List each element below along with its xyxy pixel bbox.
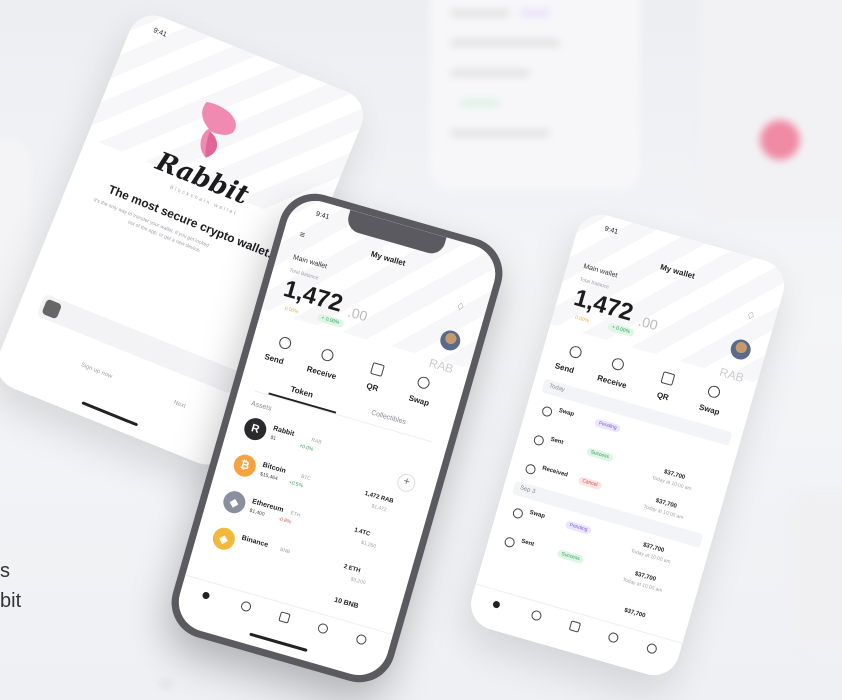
add-asset-button[interactable]: +	[395, 471, 418, 494]
asset-ticker: BNB	[279, 546, 291, 556]
asset-amount: 2 ETH	[342, 563, 361, 575]
asset-icon: ◈	[210, 525, 238, 553]
receive-icon	[610, 356, 626, 372]
transaction-type: Sent	[520, 538, 535, 548]
receive-button[interactable]: Receive	[596, 373, 628, 390]
home-indicator	[81, 401, 139, 427]
asset-amount: 1,472 RAB	[363, 490, 395, 505]
background-card-bottom-right	[790, 490, 842, 650]
transaction-icon	[524, 463, 537, 476]
caption-line-2: bit	[0, 590, 22, 612]
last-amount: 10 BNB	[333, 596, 360, 611]
asset-usd: $1,472	[370, 503, 388, 514]
transaction-status-badge: Success	[585, 447, 614, 463]
asset-delta: -0.8%	[277, 516, 292, 526]
send-button[interactable]: Send	[554, 361, 575, 375]
tab-settings-icon[interactable]	[645, 642, 659, 655]
transaction-type: Swap	[557, 407, 575, 418]
asset-delta: +0.5%	[288, 479, 304, 490]
sep-label: Sep 3	[519, 485, 536, 496]
asset-price: $1	[269, 434, 277, 443]
qr-icon	[660, 371, 676, 386]
tab-bar	[467, 583, 683, 673]
send-icon	[277, 335, 293, 351]
qr-button[interactable]: QR	[365, 381, 379, 393]
asset-ticker: BTC	[300, 473, 312, 483]
asset-price: $1,400	[248, 507, 266, 518]
transaction-status-badge: Pending	[564, 520, 593, 536]
background-card-top	[430, 0, 640, 190]
asset-ticker: ETH	[289, 510, 301, 519]
assets-label: Assets	[250, 400, 273, 413]
asset-name: Binance	[240, 534, 269, 549]
transaction-type: Sent	[549, 436, 564, 447]
transaction-icon	[503, 536, 516, 549]
transaction-type: Swap	[528, 509, 546, 520]
transaction-status-badge: Pending	[593, 418, 622, 434]
tab-globe-icon[interactable]	[316, 622, 330, 635]
bottom-status-text: 9:41	[160, 682, 172, 688]
transaction-icon	[532, 434, 546, 447]
asset-icon: R	[241, 415, 269, 443]
asset-icon: ₿	[231, 452, 259, 480]
transaction-icon	[540, 405, 554, 418]
caption-line-1: s	[0, 560, 10, 582]
tab-home-icon[interactable]	[201, 591, 211, 600]
transaction-status-badge: Cancel	[577, 475, 603, 491]
qr-icon	[370, 362, 385, 377]
receive-icon	[320, 347, 335, 363]
asset-usd: $3,200	[349, 576, 367, 587]
tab-wallet-icon[interactable]	[530, 609, 543, 622]
asset-delta: +0.0%	[298, 443, 314, 453]
sign-up-button[interactable]: Sign up now	[80, 362, 113, 380]
transaction-status-badge: Success	[556, 549, 585, 565]
tab-token[interactable]: Token	[290, 385, 315, 400]
receive-button[interactable]: Receive	[306, 364, 338, 381]
wallet-screen-right: 9:41 My wallet Main wallet ♢ Total Balan…	[464, 208, 791, 682]
swap-button[interactable]: Swap	[408, 393, 431, 407]
transaction-icon	[511, 507, 525, 520]
background-card-right	[700, 0, 842, 220]
send-icon	[568, 344, 584, 360]
tab-card-icon[interactable]	[278, 611, 291, 624]
asset-amount: 1.4TC	[353, 527, 371, 538]
tab-home-icon[interactable]	[492, 600, 501, 609]
qr-button[interactable]: QR	[656, 390, 670, 402]
progress-indicator	[41, 298, 63, 320]
asset-icon: ◆	[220, 488, 248, 516]
extra-amount: $37,700	[623, 607, 646, 620]
tab-settings-icon[interactable]	[355, 633, 368, 646]
send-button[interactable]: Send	[263, 352, 284, 366]
asset-usd: $1,260	[360, 539, 377, 550]
swap-icon	[416, 375, 432, 391]
swap-button[interactable]: Swap	[698, 402, 721, 416]
transaction-type: Received	[541, 465, 569, 479]
today-label: Today	[548, 383, 566, 394]
next-button[interactable]: Next	[173, 400, 187, 410]
tab-bar	[176, 574, 394, 664]
tab-collectibles[interactable]: Collectibles	[370, 410, 406, 427]
asset-ticker: RAB	[310, 437, 323, 446]
tab-wallet-icon[interactable]	[239, 600, 253, 613]
progress-bar	[36, 293, 240, 395]
asset-price: $15,464	[259, 471, 279, 483]
tab-card-icon[interactable]	[568, 620, 582, 633]
tab-globe-icon[interactable]	[607, 631, 620, 644]
swap-icon	[706, 384, 722, 400]
